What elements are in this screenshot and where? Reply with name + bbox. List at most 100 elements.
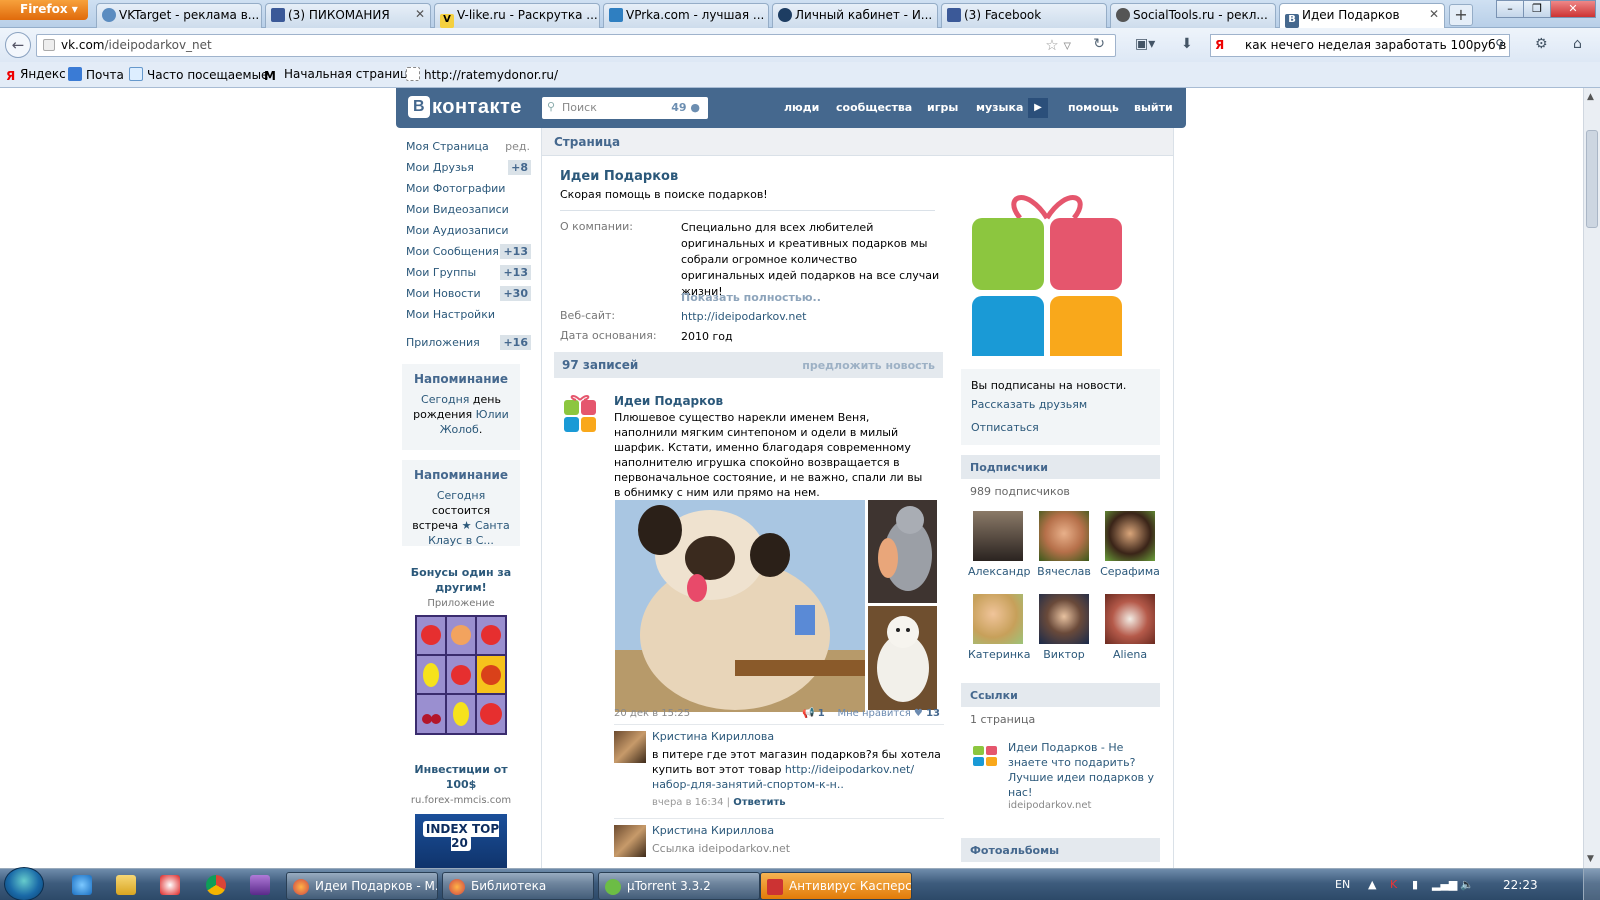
post-author-link[interactable]: Идеи Подарков — [614, 394, 723, 408]
subscribers-count[interactable]: 989 подписчиков — [970, 485, 1070, 498]
menu-my-page[interactable]: Моя Страница ред. — [406, 140, 530, 159]
nav-help[interactable]: помощь — [1068, 101, 1119, 114]
menu-my-friends[interactable]: Мои Друзья +8 — [406, 160, 531, 180]
bookmark-mail[interactable]: Почта — [68, 67, 124, 82]
reply-link[interactable]: Ответить — [733, 797, 785, 808]
show-desktop-button[interactable] — [1583, 869, 1600, 900]
close-tab-icon[interactable]: ✕ — [415, 7, 425, 21]
visual-studio-icon[interactable] — [250, 875, 270, 895]
network-icon[interactable]: ▂▄▆ — [1432, 878, 1457, 891]
subscriber-card[interactable]: Вячеслав — [1034, 511, 1094, 578]
bookmark-frequent[interactable]: Часто посещаемые — [129, 67, 268, 82]
website-link[interactable]: http://ideipodarkov.net — [681, 309, 941, 325]
links-header[interactable]: Ссылки — [961, 683, 1160, 707]
task-firefox-vk[interactable]: Идеи Подарков - М... — [286, 872, 438, 900]
menu-my-settings[interactable]: Мои Настройки — [406, 308, 526, 327]
task-kaspersky[interactable]: Антивирус Касперс... — [760, 872, 912, 900]
menu-apps[interactable]: Приложения +16 — [406, 335, 531, 355]
scrollbar-thumb[interactable] — [1586, 130, 1598, 228]
heart-icon[interactable]: ♥ — [914, 708, 923, 719]
url-bar[interactable]: vk.com/ideipodarkov_net ☆ ▿ ↻ — [36, 34, 1116, 57]
scroll-up-icon[interactable]: ▲ — [1587, 92, 1594, 102]
post-photo-white-bear[interactable] — [868, 606, 937, 710]
tab-picomania[interactable]: (3) ПИКОМАНИЯ ✕ — [265, 3, 431, 28]
tab-socialtools[interactable]: SocialTools.ru - рекл... — [1110, 3, 1276, 28]
ad-investments[interactable]: Инвестиции от 100$ ru.forex-mmcis.com IN… — [402, 762, 520, 868]
vk-logo[interactable]: Вконтакте — [408, 96, 522, 120]
avatar[interactable] — [614, 731, 646, 763]
photo-albums-header[interactable]: Фотоальбомы — [961, 838, 1160, 862]
nav-games[interactable]: игры — [927, 101, 958, 114]
tab-idei-podarkov[interactable]: В Идеи Подарков ✕ — [1279, 3, 1445, 29]
reminder-today-link[interactable]: Сегодня — [437, 489, 485, 502]
language-indicator[interactable]: EN — [1335, 878, 1350, 891]
menu-my-videos[interactable]: Мои Видеозаписи — [406, 203, 526, 222]
forex-ad-image[interactable]: INDEX TOP 20 — [415, 814, 507, 868]
tell-friends-link[interactable]: Рассказать друзьям — [971, 398, 1150, 411]
close-tab-icon[interactable]: ✕ — [1429, 7, 1439, 21]
subscriber-card[interactable]: Виктор — [1034, 594, 1094, 661]
home-icon[interactable]: ⌂ — [1573, 36, 1582, 52]
tab-vktarget[interactable]: VKTarget - реклама в... — [96, 3, 262, 28]
show-hidden-icons[interactable]: ▲ — [1368, 878, 1376, 891]
menu-my-news[interactable]: Мои Новости +30 — [406, 286, 531, 306]
like-button[interactable]: Мне нравится — [837, 708, 910, 719]
yandex-icon[interactable]: Я — [1215, 38, 1224, 52]
music-play-icon[interactable]: ▶ — [1028, 98, 1048, 118]
subscriber-card[interactable]: Катеринка — [968, 594, 1030, 661]
menu-edit-link[interactable]: ред. — [505, 140, 530, 153]
ad-bonuses[interactable]: Бонусы один за другим! Приложение — [402, 565, 520, 738]
nav-logout[interactable]: выйти — [1134, 101, 1173, 114]
reload-icon[interactable]: ↻ — [1093, 36, 1105, 52]
search-bar[interactable]: Я как нечего неделая заработать 100руб в… — [1210, 34, 1510, 57]
bookmark-ratemydonor[interactable]: http://ratemydonor.ru/ — [406, 67, 558, 82]
kaspersky-tray-icon[interactable]: K — [1390, 878, 1397, 891]
comment-author-link[interactable]: Кристина Кириллова — [652, 824, 774, 837]
bookmark-star-icon[interactable]: ☆ ▿ — [1045, 36, 1071, 54]
volume-icon[interactable]: 🔈 — [1460, 878, 1474, 891]
start-button[interactable] — [4, 867, 44, 900]
back-button[interactable]: ← — [5, 32, 31, 58]
avatar[interactable] — [614, 825, 646, 857]
menu-my-audio[interactable]: Мои Аудиозаписи — [406, 224, 526, 243]
close-window-button[interactable]: ✕ — [1550, 0, 1596, 18]
subscriber-card[interactable]: Серафима — [1100, 511, 1160, 578]
site-identity-icon[interactable] — [43, 39, 55, 51]
media-player-icon[interactable] — [160, 875, 180, 895]
tab-facebook[interactable]: (3) Facebook — [941, 3, 1107, 28]
wall-post-count[interactable]: 97 записей — [562, 358, 638, 372]
maximize-button[interactable]: ❐ — [1523, 0, 1551, 18]
nav-people[interactable]: люди — [784, 101, 819, 114]
subscriber-card[interactable]: Aliena — [1100, 594, 1160, 661]
downloads-icon[interactable]: ⬇ — [1181, 36, 1193, 52]
menu-my-messages[interactable]: Мои Сообщения +13 — [406, 244, 531, 264]
battery-icon[interactable]: ▮ — [1412, 878, 1418, 891]
tab-vprka[interactable]: VPrka.com - лучшая ... — [603, 3, 769, 28]
comment-author-link[interactable]: Кристина Кириллова — [652, 730, 774, 743]
nav-music[interactable]: музыка — [976, 101, 1023, 114]
minimize-button[interactable]: – — [1496, 0, 1524, 18]
group-avatar[interactable] — [562, 392, 598, 434]
subscribers-header[interactable]: Подписчики — [961, 455, 1160, 479]
task-library[interactable]: Библиотека — [442, 872, 594, 900]
ad-title[interactable]: Бонусы один за другим! — [402, 565, 520, 595]
explorer-folder-icon[interactable] — [116, 875, 136, 895]
bookmark-yandex[interactable]: Я Яндекс — [6, 67, 66, 83]
clock[interactable]: 22:23 — [1503, 878, 1538, 892]
reminder-today-link[interactable]: Сегодня — [421, 393, 469, 406]
menu-my-photos[interactable]: Мои Фотографии — [406, 182, 526, 201]
slot-machine-image[interactable] — [415, 615, 507, 735]
ad-title[interactable]: Инвестиции от 100$ — [402, 762, 520, 792]
post-photo-main[interactable] — [615, 500, 865, 712]
tab-vlike[interactable]: V V-like.ru - Раскрутка ... — [434, 3, 600, 28]
firefox-menu-button[interactable]: Firefox ▾ — [0, 0, 88, 20]
new-tab-button[interactable]: + — [1449, 4, 1473, 26]
scroll-down-icon[interactable]: ▼ — [1587, 854, 1594, 864]
vk-search-input[interactable]: ⚲ Поиск 49 ● — [542, 97, 708, 119]
repost-icon[interactable]: 📢 — [802, 708, 814, 719]
post-photo-grey-bear[interactable] — [868, 500, 937, 603]
post-date-link[interactable]: 20 дек в 15:25 — [614, 708, 690, 719]
menu-my-groups[interactable]: Мои Группы +13 — [406, 265, 531, 285]
tab-cabinet[interactable]: Личный кабинет - И... — [772, 3, 938, 28]
page-scrollbar[interactable]: ▲ ▼ — [1583, 88, 1600, 868]
